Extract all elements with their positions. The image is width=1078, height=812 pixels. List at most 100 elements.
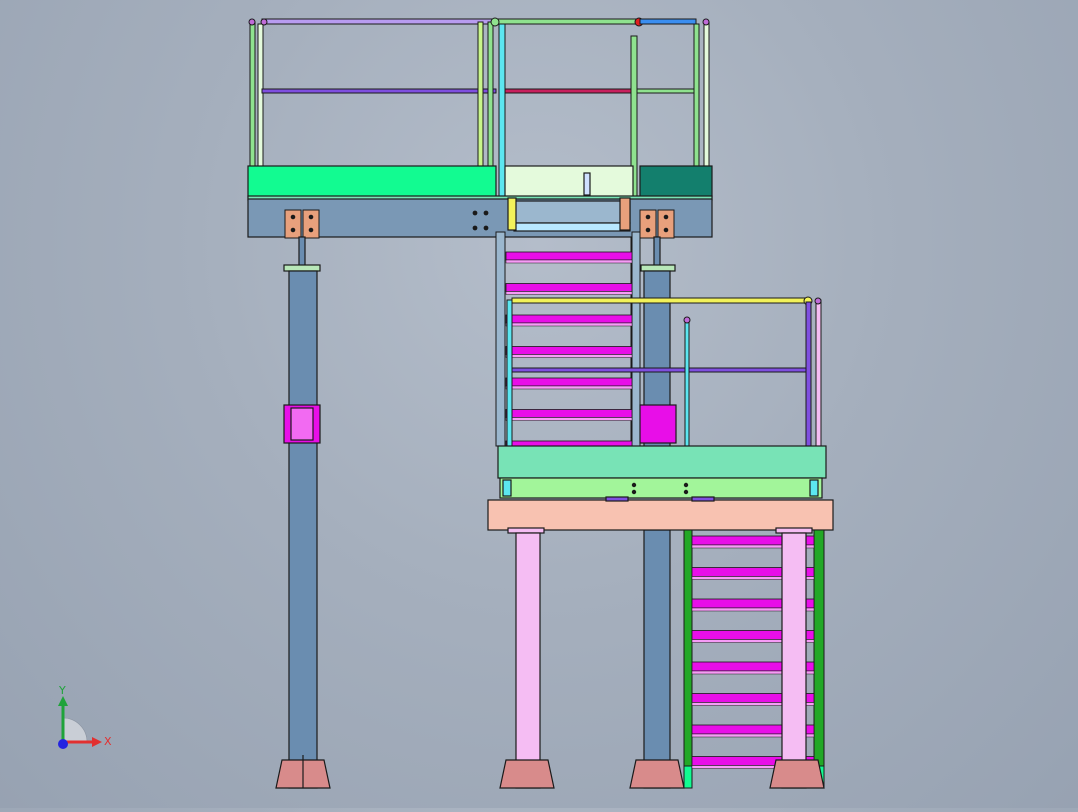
upper-left-guardrail[interactable] (248, 18, 497, 168)
landing-top-rail[interactable] (511, 297, 809, 304)
rail-post-left-inner[interactable] (257, 23, 264, 168)
stair-tread[interactable] (505, 346, 633, 355)
upper-stair-flight[interactable] (495, 231, 641, 453)
tread-nosing (505, 354, 633, 358)
upper-right-guardrail[interactable] (636, 18, 710, 168)
upper-treads[interactable] (505, 251, 633, 453)
top-rail-left[interactable] (261, 18, 497, 25)
tread-nosing (505, 291, 633, 295)
tread-nosing (505, 417, 633, 421)
rail-cap-left-2 (260, 18, 268, 26)
column-shaft-lower[interactable] (643, 529, 671, 789)
landing-mint-panel[interactable] (497, 445, 827, 479)
rail-post-center-2[interactable] (487, 21, 494, 168)
orange-bracket-right (619, 197, 631, 231)
landing-deck[interactable] (487, 445, 834, 534)
beam-notch-light (509, 200, 631, 224)
x-axis-head (92, 737, 102, 747)
stringer-foot-left (683, 765, 693, 789)
bolt (645, 214, 651, 220)
bolt (290, 214, 296, 220)
stair-tread[interactable] (505, 251, 633, 261)
y-axis-label: Y (58, 684, 66, 697)
cap-plate-right-b[interactable] (657, 209, 675, 239)
base-plate-pink-right[interactable] (769, 759, 825, 789)
landing-post-left[interactable] (506, 299, 513, 447)
rail-cap (683, 316, 691, 324)
left-column[interactable] (275, 236, 331, 789)
rail-post-center[interactable] (477, 21, 484, 168)
bolt (631, 482, 637, 488)
column-cap-plate[interactable] (640, 264, 676, 272)
bolt (483, 210, 489, 216)
mid-rail-right[interactable] (636, 88, 698, 94)
landing-post-short[interactable] (684, 317, 690, 447)
bolt (683, 489, 689, 495)
column-stem (298, 236, 306, 268)
cap-plate-left-a[interactable] (284, 209, 302, 239)
rail-post-right-2[interactable] (703, 21, 710, 168)
cad-viewport[interactable]: Y X (0, 0, 1078, 808)
x-axis-label: X (104, 735, 112, 748)
stair-tread[interactable] (505, 314, 633, 324)
bolt (483, 225, 489, 231)
rail-elbow-center (490, 17, 500, 27)
rail-cap-left (248, 18, 256, 26)
cap-plate-left-b[interactable] (302, 209, 320, 239)
mid-rail-left[interactable] (261, 88, 497, 94)
bolt (663, 214, 669, 220)
pink-column-right[interactable] (781, 532, 807, 789)
base-plate-pink-left[interactable] (499, 759, 555, 789)
bolt (472, 210, 478, 216)
bolt (472, 225, 478, 231)
column-shaft[interactable] (288, 270, 318, 789)
lower-stringer-right[interactable] (813, 529, 825, 789)
deck-teal-panel[interactable] (639, 165, 713, 198)
landing-post-right-2[interactable] (815, 299, 822, 447)
deck-light-tab (583, 172, 591, 196)
landing-cap-plate (775, 527, 813, 534)
rail-cap-right (702, 18, 710, 26)
platform-stair-model[interactable] (0, 0, 1078, 808)
mid-rail-center[interactable] (504, 88, 632, 94)
top-rail-center[interactable] (494, 18, 640, 25)
stair-tread[interactable] (505, 377, 633, 387)
landing-post-right[interactable] (805, 301, 812, 447)
bolt (663, 227, 669, 233)
rail-post-left[interactable] (249, 21, 256, 168)
bolt (645, 227, 651, 233)
bolt (683, 482, 689, 488)
bolt (308, 227, 314, 233)
deck-green-panel[interactable] (247, 165, 497, 198)
cap-plate-right-a[interactable] (639, 209, 657, 239)
stringer-left[interactable] (495, 231, 506, 447)
orientation-triad: Y X (58, 684, 112, 749)
landing-mid-rail[interactable] (511, 367, 809, 373)
beam-notch-cyan (513, 222, 631, 232)
rail-cap (814, 297, 822, 305)
bolt (290, 227, 296, 233)
stringer-right[interactable] (631, 231, 641, 447)
tread-nosing (505, 385, 633, 390)
pink-column-left[interactable] (515, 532, 541, 789)
base-plate-center[interactable] (629, 759, 685, 789)
landing-clip (605, 496, 629, 502)
tread-nosing (505, 322, 633, 327)
triad-arc (62, 717, 88, 743)
landing-salmon-beam[interactable] (487, 499, 834, 531)
column-splice-plate[interactable] (639, 404, 677, 444)
column-stem (653, 236, 661, 268)
yellow-bracket (507, 197, 517, 231)
stair-tread[interactable] (505, 283, 633, 292)
y-axis-head (58, 696, 68, 706)
deck-light-panel[interactable] (504, 165, 634, 198)
top-rail-right[interactable] (639, 18, 697, 25)
lower-stringer-left[interactable] (683, 529, 693, 789)
column-cap-plate[interactable] (283, 264, 321, 272)
splice-inner (290, 407, 314, 441)
stair-tread[interactable] (505, 409, 633, 418)
bolt (631, 489, 637, 495)
landing-lime-beam[interactable] (499, 477, 823, 499)
rail-post-right[interactable] (693, 23, 700, 168)
landing-cap-plate (507, 527, 545, 534)
